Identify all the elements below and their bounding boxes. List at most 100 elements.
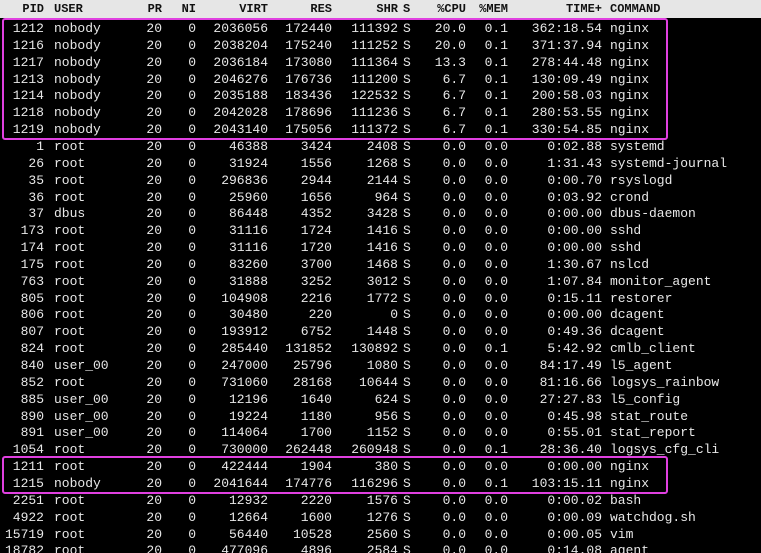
process-row[interactable]: 1 root 20 0 46388 3424 2408 S 0.0 0.0 0:02.88 syste… bbox=[0, 138, 761, 155]
process-row[interactable]: 1219 nobody 20 0 2043140 175056 111372 S 6.7 0.1 3… bbox=[0, 121, 761, 138]
process-row[interactable]: 885 user_00 20 0 12196 1640 624 S 0.0 0.0 27:27.83… bbox=[0, 391, 761, 408]
cell-pid: 806 bbox=[20, 307, 44, 323]
cell-state: S bbox=[403, 206, 411, 222]
header-user[interactable]: USER bbox=[54, 0, 136, 18]
cell-shr: 624 bbox=[374, 391, 398, 407]
cell-pid: 891 bbox=[20, 425, 44, 441]
process-row[interactable]: 824 root 20 0 285440 131852 130892 S 0.0 0.1 5:42.… bbox=[0, 340, 761, 357]
cell-nice: 0 bbox=[188, 425, 196, 441]
cell-res: 176736 bbox=[285, 71, 332, 87]
cell-state: S bbox=[403, 425, 411, 441]
process-row[interactable]: 807 root 20 0 193912 6752 1448 S 0.0 0.0 0:49.36 dc… bbox=[0, 323, 761, 340]
process-row[interactable]: 890 user_00 20 0 19224 1180 956 S 0.0 0.0 0:45.98 s… bbox=[0, 408, 761, 425]
process-row[interactable]: 1217 nobody 20 0 2036184 173080 111364 S 13.3 0.1… bbox=[0, 54, 761, 71]
cell-cpu: 0.0 bbox=[442, 425, 466, 441]
cell-shr: 1448 bbox=[366, 324, 398, 340]
cell-pid: 824 bbox=[20, 341, 44, 357]
cell-user: nobody bbox=[54, 54, 101, 70]
cell-command: nginx bbox=[610, 21, 650, 36]
process-row[interactable]: 891 user_00 20 0 114064 1700 1152 S 0.0 0.0 0:55.0… bbox=[0, 424, 761, 441]
cell-user: root bbox=[54, 442, 86, 458]
cell-shr: 10644 bbox=[358, 374, 398, 390]
process-row[interactable]: 1213 nobody 20 0 2046276 176736 111200 S 6.7 0.1 1… bbox=[0, 71, 761, 88]
process-row[interactable]: 35 root 20 0 296836 2944 2144 S 0.0 0.0 0:00.70 rsy… bbox=[0, 172, 761, 189]
process-row[interactable]: 1211 root 20 0 422444 1904 380 S 0.0 0.0 0:00.00 ng… bbox=[0, 458, 761, 475]
process-row[interactable]: 852 root 20 0 731060 28168 10644 S 0.0 0.0 81:16.6… bbox=[0, 374, 761, 391]
header-state[interactable]: S bbox=[403, 0, 415, 18]
header-pr[interactable]: PR bbox=[134, 0, 162, 18]
process-row[interactable]: 15719 root 20 0 56440 10528 2560 S 0.0 0.0 0:00.05… bbox=[0, 526, 761, 543]
cell-cpu: 0.0 bbox=[442, 189, 466, 205]
process-row[interactable]: 36 root 20 0 25960 1656 964 S 0.0 0.0 0:03.92 crond bbox=[0, 189, 761, 206]
header-command[interactable]: COMMAND bbox=[610, 0, 760, 18]
cell-user: root bbox=[54, 543, 86, 553]
cell-nice: 0 bbox=[188, 509, 196, 525]
process-row[interactable]: 173 root 20 0 31116 1724 1416 S 0.0 0.0 0:00.00 ssh… bbox=[0, 222, 761, 239]
process-row[interactable]: 26 root 20 0 31924 1556 1268 S 0.0 0.0 1:31.43 syst… bbox=[0, 155, 761, 172]
cell-pid: 1214 bbox=[12, 88, 44, 104]
cell-command: nginx bbox=[610, 37, 650, 53]
process-row[interactable]: 37 dbus 20 0 86448 4352 3428 S 0.0 0.0 0:00.00 dbus… bbox=[0, 205, 761, 222]
cell-command: bash bbox=[610, 492, 642, 508]
cell-virt: 19224 bbox=[228, 408, 268, 424]
cell-state: S bbox=[403, 543, 411, 553]
cell-state: S bbox=[403, 88, 411, 104]
cell-shr: 0 bbox=[390, 307, 398, 323]
cell-pid: 175 bbox=[20, 256, 44, 272]
cell-user: nobody bbox=[54, 21, 101, 36]
cell-time: 362:18.54 bbox=[531, 21, 602, 36]
process-row[interactable]: 1215 nobody 20 0 2041644 174776 116296 S 0.0 0.1 1… bbox=[0, 475, 761, 492]
cell-command: dbus-daemon bbox=[610, 206, 696, 222]
process-row[interactable]: 18782 root 20 0 477096 4896 2584 S 0.0 0.0 0:14.08… bbox=[0, 542, 761, 553]
process-row[interactable]: 1214 nobody 20 0 2035188 183436 122532 S 6.7 0.1 2… bbox=[0, 87, 761, 104]
cell-priority: 20 bbox=[146, 341, 162, 357]
cell-time: 278:44.48 bbox=[531, 54, 602, 70]
cell-priority: 20 bbox=[146, 543, 162, 553]
header-res[interactable]: RES bbox=[268, 0, 332, 18]
process-row[interactable]: 1212 nobody 20 0 2036056 172440 111392 S 20.0 0.1… bbox=[0, 20, 761, 37]
process-row[interactable]: 1054 root 20 0 730000 262448 260948 S 0.0 0.1 28:3… bbox=[0, 441, 761, 458]
cell-command: systemd bbox=[610, 138, 665, 154]
cell-user: root bbox=[54, 223, 86, 239]
process-row[interactable]: 4922 root 20 0 12664 1600 1276 S 0.0 0.0 0:00.09 wa… bbox=[0, 509, 761, 526]
cell-state: S bbox=[403, 526, 411, 542]
cell-user: root bbox=[54, 324, 86, 340]
cell-cpu: 0.0 bbox=[442, 256, 466, 272]
cell-mem: 0.0 bbox=[484, 223, 508, 239]
process-row[interactable]: 805 root 20 0 104908 2216 1772 S 0.0 0.0 0:15.11 re… bbox=[0, 290, 761, 307]
header-cpu[interactable]: %CPU bbox=[420, 0, 466, 18]
cell-res: 28168 bbox=[292, 374, 332, 390]
process-row[interactable]: 840 user_00 20 0 247000 25796 1080 S 0.0 0.0 84:17… bbox=[0, 357, 761, 374]
cell-user: user_00 bbox=[54, 391, 109, 407]
header-time[interactable]: TIME+ bbox=[508, 0, 602, 18]
header-ni[interactable]: NI bbox=[166, 0, 196, 18]
cell-time: 27:27.83 bbox=[539, 391, 602, 407]
cell-virt: 247000 bbox=[221, 358, 268, 373]
cell-virt: 296836 bbox=[221, 172, 268, 188]
header-virt[interactable]: VIRT bbox=[198, 0, 268, 18]
cell-priority: 20 bbox=[146, 492, 162, 508]
process-row[interactable]: 174 root 20 0 31116 1720 1416 S 0.0 0.0 0:00.00 ssh… bbox=[0, 239, 761, 256]
cell-virt: 12196 bbox=[228, 391, 268, 407]
cell-shr: 964 bbox=[374, 189, 398, 205]
process-row[interactable]: 806 root 20 0 30480 220 0 S 0.0 0.0 0:00.00 dcagent bbox=[0, 306, 761, 323]
cell-nice: 0 bbox=[188, 54, 196, 70]
process-row[interactable]: 2251 root 20 0 12932 2220 1576 S 0.0 0.0 0:00.02 ba… bbox=[0, 492, 761, 509]
header-shr[interactable]: SHR bbox=[332, 0, 398, 18]
cell-command: restorer bbox=[610, 290, 673, 306]
process-row[interactable]: 1218 nobody 20 0 2042028 178696 111236 S 6.7 0.1 2… bbox=[0, 104, 761, 121]
cell-mem: 0.1 bbox=[484, 105, 508, 121]
header-mem[interactable]: %MEM bbox=[466, 0, 508, 18]
cell-pid: 174 bbox=[20, 240, 44, 256]
cell-virt: 2036056 bbox=[213, 21, 268, 36]
process-row[interactable]: 1216 nobody 20 0 2038204 175240 111252 S 20.0 0.1… bbox=[0, 37, 761, 54]
cell-user: root bbox=[54, 290, 86, 306]
header-pid[interactable]: PID bbox=[0, 0, 44, 18]
process-row[interactable]: 175 root 20 0 83260 3700 1468 S 0.0 0.0 1:30.67 nsl… bbox=[0, 256, 761, 273]
cell-pid: 18782 bbox=[4, 543, 44, 553]
cell-pid: 852 bbox=[20, 374, 44, 390]
cell-res: 178696 bbox=[285, 105, 332, 121]
process-row[interactable]: 763 root 20 0 31888 3252 3012 S 0.0 0.0 1:07.84 mon… bbox=[0, 273, 761, 290]
cell-virt: 31116 bbox=[228, 240, 268, 256]
cell-user: root bbox=[54, 307, 86, 323]
